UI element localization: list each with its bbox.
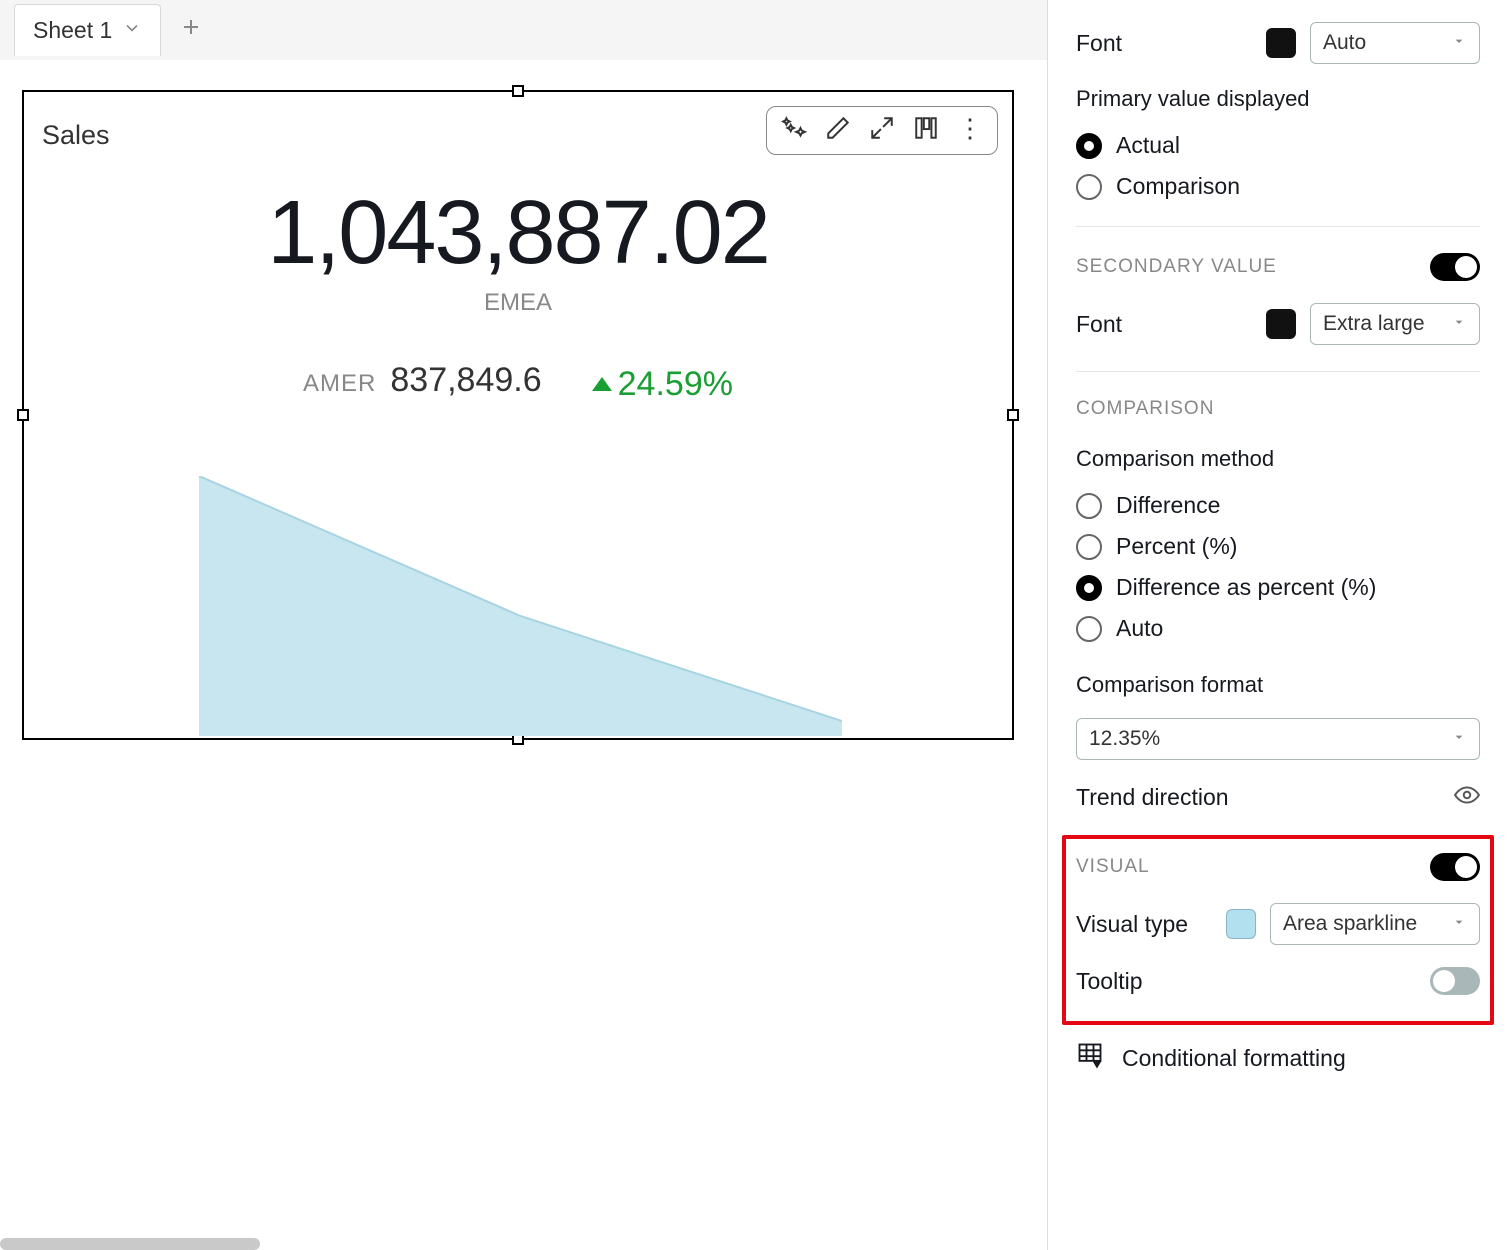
radio-auto[interactable]: Auto — [1076, 615, 1480, 642]
magic-icon[interactable] — [781, 115, 807, 146]
comparison-format-label: Comparison format — [1076, 672, 1480, 698]
kpi-percent-change: 24.59% — [592, 365, 733, 404]
chevron-down-icon — [1451, 31, 1467, 55]
divider — [1076, 371, 1480, 372]
kpi-primary-label: EMEA — [24, 289, 1012, 317]
visual-type-row: Visual type Area sparkline — [1076, 903, 1480, 945]
secondary-value-header: SECONDARY VALUE — [1076, 253, 1480, 281]
secondary-font-row: Font Extra large — [1076, 303, 1480, 345]
kpi-comp-label: AMER — [303, 370, 376, 398]
properties-panel: Font Auto Primary value displayed Actual… — [1048, 0, 1508, 1250]
font-label: Font — [1076, 30, 1122, 57]
visual-section-highlight: VISUAL Visual type Area sparkline Toolti… — [1062, 835, 1494, 1025]
font-row: Font Auto — [1076, 22, 1480, 64]
more-icon[interactable]: ⋮ — [957, 115, 983, 141]
comparison-section-title: COMPARISON — [1076, 398, 1480, 420]
radio-label: Difference — [1116, 492, 1220, 519]
radio-icon — [1076, 133, 1102, 159]
trend-up-icon — [592, 377, 612, 391]
table-format-icon — [1076, 1041, 1104, 1075]
radio-icon — [1076, 616, 1102, 642]
radio-label: Comparison — [1116, 173, 1240, 200]
kpi-comparison-row: AMER 837,849.6 24.59% — [24, 361, 1012, 404]
visual-toggle[interactable] — [1430, 853, 1480, 881]
canvas-area: Sheet 1 Sales ⋮ 1,043,887.02 — [0, 0, 1048, 1250]
tooltip-label: Tooltip — [1076, 968, 1142, 995]
layout-icon[interactable] — [913, 115, 939, 146]
visual-color-swatch[interactable] — [1226, 909, 1256, 939]
canvas[interactable]: Sales ⋮ 1,043,887.02 EMEA AMER 837,849.6… — [0, 60, 1047, 1250]
cond-label: Conditional formatting — [1122, 1045, 1346, 1072]
comparison-method-label: Comparison method — [1076, 446, 1480, 472]
radio-label: Difference as percent (%) — [1116, 574, 1376, 601]
secondary-font-value: Extra large — [1323, 312, 1425, 336]
radio-label: Actual — [1116, 132, 1180, 159]
font-color-swatch[interactable] — [1266, 28, 1296, 58]
tab-label: Sheet 1 — [33, 17, 112, 44]
radio-icon — [1076, 534, 1102, 560]
horizontal-scrollbar-thumb[interactable] — [0, 1238, 260, 1250]
visual-title: VISUAL — [1076, 856, 1150, 878]
radio-icon — [1076, 575, 1102, 601]
radio-icon — [1076, 174, 1102, 200]
radio-difference[interactable]: Difference — [1076, 492, 1480, 519]
secondary-title: SECONDARY VALUE — [1076, 256, 1277, 278]
comparison-format-select[interactable]: 12.35% — [1076, 718, 1480, 760]
chevron-down-icon — [1451, 912, 1467, 936]
kpi-comp-value: 837,849.6 — [390, 361, 541, 400]
area-sparkline — [199, 476, 842, 736]
radio-icon — [1076, 493, 1102, 519]
add-sheet-button[interactable] — [179, 14, 203, 46]
resize-handle-left[interactable] — [17, 409, 29, 421]
tab-sheet-1[interactable]: Sheet 1 — [14, 4, 161, 56]
visual-type-select[interactable]: Area sparkline — [1270, 903, 1480, 945]
kpi-body: 1,043,887.02 EMEA AMER 837,849.6 24.59% — [24, 182, 1012, 404]
radio-difference-percent[interactable]: Difference as percent (%) — [1076, 574, 1480, 601]
chevron-down-icon[interactable] — [122, 17, 142, 44]
secondary-value-toggle[interactable] — [1430, 253, 1480, 281]
visual-type-label: Visual type — [1076, 911, 1188, 938]
secondary-font-label: Font — [1076, 311, 1122, 338]
kpi-visual[interactable]: Sales ⋮ 1,043,887.02 EMEA AMER 837,849.6… — [22, 90, 1014, 740]
comparison-format-value: 12.35% — [1089, 727, 1160, 751]
font-size-select[interactable]: Auto — [1310, 22, 1480, 64]
visual-section-header: VISUAL — [1076, 853, 1480, 881]
trend-label: Trend direction — [1076, 784, 1229, 811]
secondary-font-color-swatch[interactable] — [1266, 309, 1296, 339]
comparison-method-group: Difference Percent (%) Difference as per… — [1076, 492, 1480, 642]
eye-icon[interactable] — [1454, 782, 1480, 813]
secondary-font-size-select[interactable]: Extra large — [1310, 303, 1480, 345]
resize-handle-right[interactable] — [1007, 409, 1019, 421]
conditional-formatting-button[interactable]: Conditional formatting — [1076, 1041, 1480, 1075]
primary-value-group: Actual Comparison — [1076, 132, 1480, 200]
divider — [1076, 226, 1480, 227]
radio-label: Percent (%) — [1116, 533, 1237, 560]
resize-handle-top[interactable] — [512, 85, 524, 97]
sheet-tabs: Sheet 1 — [0, 0, 1047, 60]
tooltip-row: Tooltip — [1076, 967, 1480, 995]
kpi-primary-value: 1,043,887.02 — [24, 182, 1012, 285]
visual-title[interactable]: Sales — [42, 120, 110, 151]
chevron-down-icon — [1451, 727, 1467, 751]
tooltip-toggle[interactable] — [1430, 967, 1480, 995]
kpi-pct-value: 24.59% — [618, 365, 733, 404]
visual-toolbar: ⋮ — [766, 106, 998, 155]
chevron-down-icon — [1451, 312, 1467, 336]
radio-percent[interactable]: Percent (%) — [1076, 533, 1480, 560]
visual-type-value: Area sparkline — [1283, 912, 1417, 936]
expand-icon[interactable] — [869, 115, 895, 146]
font-size-value: Auto — [1323, 31, 1366, 55]
trend-direction-row: Trend direction — [1076, 782, 1480, 813]
pencil-icon[interactable] — [825, 115, 851, 146]
radio-comparison[interactable]: Comparison — [1076, 173, 1480, 200]
radio-label: Auto — [1116, 615, 1163, 642]
primary-value-label: Primary value displayed — [1076, 86, 1480, 112]
radio-actual[interactable]: Actual — [1076, 132, 1480, 159]
